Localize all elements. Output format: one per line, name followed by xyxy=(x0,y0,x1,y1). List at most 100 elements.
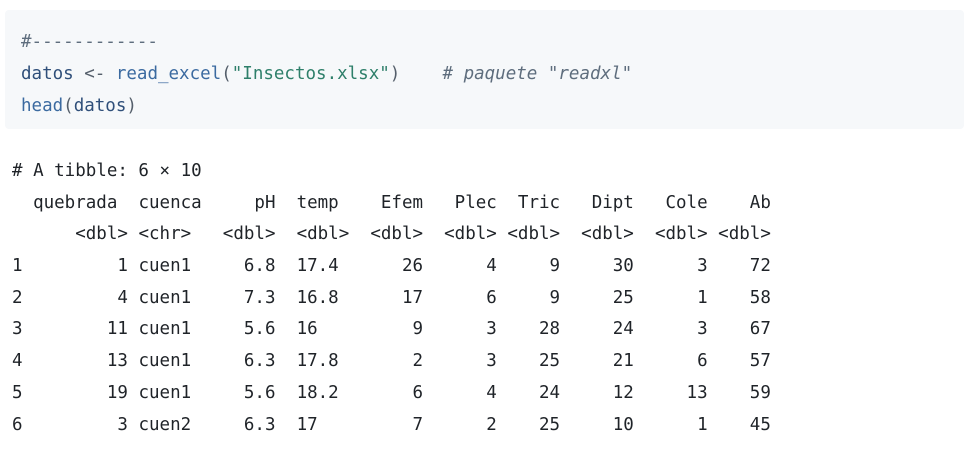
table-cell: 58 xyxy=(749,287,771,308)
table-cell: 1 xyxy=(697,414,708,435)
column-header-ph: pH xyxy=(254,192,276,213)
table-cell: 10 xyxy=(612,414,634,435)
table-cell: cuen1 xyxy=(138,382,192,403)
column-type: <dbl> xyxy=(718,224,771,245)
column-header-temp: temp xyxy=(296,192,339,213)
table-cell: cuen1 xyxy=(138,287,192,308)
table-cell: 25 xyxy=(539,414,561,435)
table-cell: 25 xyxy=(539,351,561,372)
table-row: 5 19 cuen1 5.6 18.2 6 4 24 12 13 59 xyxy=(12,378,771,410)
code-fn-read-excel: read_excel xyxy=(115,64,222,84)
table-cell: 9 xyxy=(549,287,561,308)
tibble-header-text: # A tibble: 6 × 10 xyxy=(12,161,202,181)
table-cell: 1 xyxy=(697,287,708,308)
column-type: <dbl> xyxy=(581,224,634,245)
table-cell: 72 xyxy=(749,256,771,277)
column-type: <dbl> xyxy=(75,224,128,245)
table-cell: 25 xyxy=(612,287,634,308)
column-type: <dbl> xyxy=(507,224,561,245)
code-gap xyxy=(400,64,442,84)
code-var-datos: datos xyxy=(21,64,74,84)
code-comment-divider: #------------ xyxy=(21,32,158,52)
table-cell: 19 xyxy=(106,382,128,403)
table-row: 2 4 cuen1 7.3 16.8 17 6 9 25 1 58 xyxy=(12,283,771,315)
table-cell: 3 xyxy=(486,351,497,372)
table-cell: 59 xyxy=(749,382,771,403)
table-cell: 30 xyxy=(612,256,634,277)
table-cell: 26 xyxy=(401,256,424,277)
column-type: <dbl> xyxy=(222,224,276,245)
table-cell: 6 xyxy=(486,287,497,308)
column-header-ab: Ab xyxy=(749,192,771,213)
table-cell: 7.3 xyxy=(243,287,276,308)
column-header-efem: Efem xyxy=(380,192,424,213)
table-cell: cuen1 xyxy=(138,256,192,277)
table-cell: 17.4 xyxy=(296,256,339,277)
row-index: 2 xyxy=(12,287,23,308)
table-cell: 5.6 xyxy=(243,382,276,403)
table-cell: 16 xyxy=(296,319,318,340)
row-index: 6 xyxy=(12,414,23,435)
table-cell: 2 xyxy=(486,414,497,435)
code-fn-head: head xyxy=(21,96,64,116)
code-line-2: datos <- read_excel("Insectos.xlsx") # p… xyxy=(21,58,964,90)
table-cell: 16.8 xyxy=(296,287,339,308)
table-cell: 13 xyxy=(106,351,128,372)
table-cell: 2 xyxy=(412,351,424,372)
code-paren-open: ( xyxy=(63,96,74,116)
code-line-1: #------------ xyxy=(21,26,964,58)
table-cell: 17 xyxy=(401,287,424,308)
table-cell: 4 xyxy=(486,382,497,403)
column-header-cole: Cole xyxy=(665,192,708,213)
table-cell: 21 xyxy=(612,351,634,372)
table-cell: 5.6 xyxy=(243,319,276,340)
table-cell: 45 xyxy=(749,414,771,435)
table-cell: 57 xyxy=(749,351,771,372)
console-output: # A tibble: 6 × 10 quebrada cuenca pH temp E… xyxy=(12,156,771,442)
table-cell: 1 xyxy=(117,256,128,277)
table-cell: 9 xyxy=(549,256,561,277)
table-cell: 67 xyxy=(749,319,771,340)
table-cell: 13 xyxy=(686,382,708,403)
table-row: 3 11 cuen1 5.6 16 9 3 28 24 3 67 xyxy=(12,314,771,346)
table-cell: 3 xyxy=(697,256,708,277)
tibble-column-names: quebrada cuenca pH temp Efem Plec Tric Dipt Cole… xyxy=(12,188,771,220)
column-type: <dbl> xyxy=(370,224,424,245)
table-row: 4 13 cuen1 6.3 17.8 2 3 25 21 6 57 xyxy=(12,346,771,378)
table-cell: 24 xyxy=(612,319,634,340)
table-cell: 17.8 xyxy=(296,351,339,372)
column-type: <dbl> xyxy=(296,224,350,245)
code-comment-package: # paquete "readxl" xyxy=(442,64,633,84)
code-assign-operator: <- xyxy=(73,64,116,84)
code-paren-close: ) xyxy=(389,64,401,84)
table-cell: 3 xyxy=(117,414,128,435)
table-cell: 7 xyxy=(412,414,424,435)
table-row: 6 3 cuen2 6.3 17 7 2 25 10 1 45 xyxy=(12,410,771,442)
row-index: 4 xyxy=(12,351,23,372)
code-paren-close: ) xyxy=(126,96,137,116)
table-cell: 6.3 xyxy=(243,414,276,435)
column-type: <chr> xyxy=(138,224,192,245)
table-cell: 9 xyxy=(412,319,424,340)
table-cell: 6.8 xyxy=(243,256,276,277)
table-cell: 4 xyxy=(117,287,128,308)
table-cell: 6.3 xyxy=(243,351,276,372)
table-cell: 11 xyxy=(106,319,128,340)
table-cell: 12 xyxy=(612,382,634,403)
code-arg-datos: datos xyxy=(73,96,127,116)
column-header-quebrada: quebrada xyxy=(33,192,118,213)
table-cell: cuen2 xyxy=(138,414,192,435)
table-cell: 17 xyxy=(296,414,318,435)
table-row: 1 1 cuen1 6.8 17.4 26 4 9 30 3 72 xyxy=(12,251,771,283)
column-header-plec: Plec xyxy=(454,192,497,213)
code-block: #------------ datos <- read_excel("Insec… xyxy=(5,10,964,129)
code-paren-open: ( xyxy=(221,64,232,84)
table-cell: 18.2 xyxy=(296,382,339,403)
tibble-column-types: <dbl> <chr> <dbl> <dbl> <dbl> <dbl> <dbl> <dbl>… xyxy=(12,219,771,251)
column-header-tric: Tric xyxy=(517,192,561,213)
table-cell: 3 xyxy=(697,319,708,340)
column-type: <dbl> xyxy=(444,224,497,245)
table-cell: 24 xyxy=(539,382,561,403)
table-cell: 3 xyxy=(486,319,497,340)
table-cell: 6 xyxy=(697,351,708,372)
